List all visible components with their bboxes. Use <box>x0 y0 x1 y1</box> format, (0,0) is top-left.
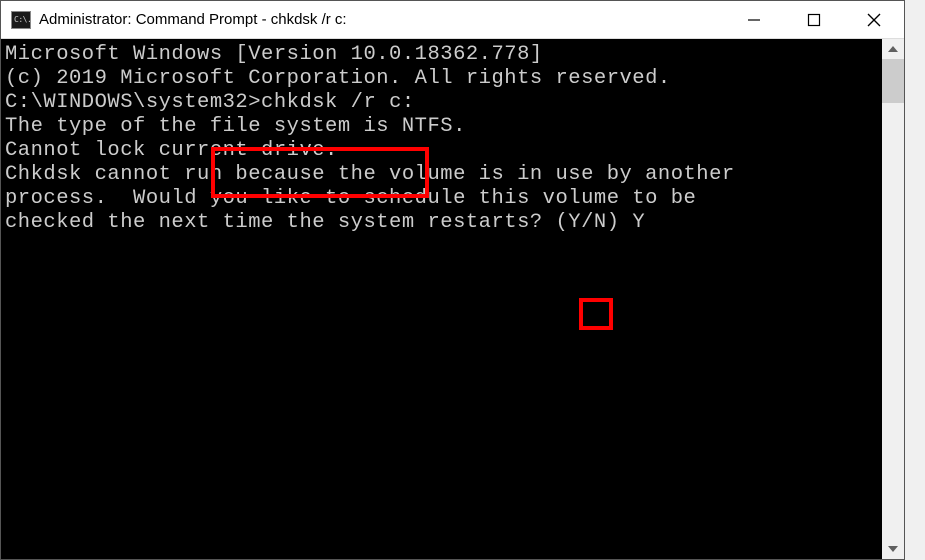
scroll-up-arrow-icon[interactable] <box>882 39 904 59</box>
window-title: Administrator: Command Prompt - chkdsk /… <box>39 11 724 28</box>
prompt-path: C:\WINDOWS\system32> <box>5 91 261 114</box>
window-controls <box>724 1 904 38</box>
prompt-response-line: checked the next time the system restart… <box>5 211 878 235</box>
titlebar[interactable]: C:\. Administrator: Command Prompt - chk… <box>1 1 904 39</box>
close-button[interactable] <box>844 1 904 38</box>
output-line: (c) 2019 Microsoft Corporation. All righ… <box>5 67 878 91</box>
minimize-button[interactable] <box>724 1 784 38</box>
command-prompt-window: C:\. Administrator: Command Prompt - chk… <box>0 0 905 560</box>
vertical-scrollbar[interactable] <box>882 39 904 559</box>
terminal-output[interactable]: Microsoft Windows [Version 10.0.18362.77… <box>1 39 882 559</box>
output-line: Microsoft Windows [Version 10.0.18362.77… <box>5 43 878 67</box>
annotation-highlight-response <box>579 298 613 330</box>
output-line: Chkdsk cannot run because the volume is … <box>5 163 878 187</box>
typed-command: chkdsk /r c: <box>261 91 415 114</box>
maximize-button[interactable] <box>784 1 844 38</box>
cmd-icon-label: C:\. <box>14 16 31 24</box>
cmd-icon: C:\. <box>11 11 31 29</box>
output-line: process. Would you like to schedule this… <box>5 187 878 211</box>
scroll-thumb[interactable] <box>882 59 904 103</box>
terminal-wrapper: Microsoft Windows [Version 10.0.18362.77… <box>1 39 904 559</box>
output-line: Cannot lock current drive. <box>5 139 878 163</box>
scroll-down-arrow-icon[interactable] <box>882 539 904 559</box>
output-line: The type of the file system is NTFS. <box>5 115 878 139</box>
question-text: checked the next time the system restart… <box>5 211 632 234</box>
scroll-track[interactable] <box>882 59 904 539</box>
prompt-line: C:\WINDOWS\system32>chkdsk /r c: <box>5 91 878 115</box>
user-response: Y <box>632 211 645 234</box>
